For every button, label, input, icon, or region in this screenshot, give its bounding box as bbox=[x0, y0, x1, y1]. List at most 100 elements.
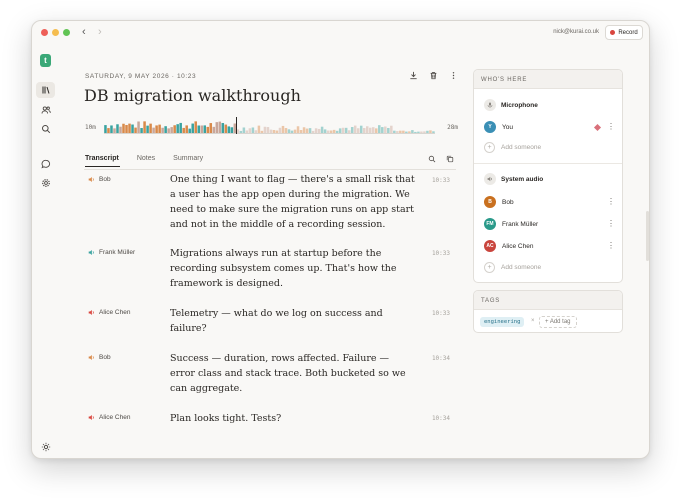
more-icon[interactable]: ⋮ bbox=[607, 198, 615, 206]
waveform-bar bbox=[203, 125, 207, 133]
speaker-icon bbox=[484, 173, 496, 185]
sidebar-item-search[interactable] bbox=[36, 121, 55, 137]
avatar: Y bbox=[484, 121, 496, 133]
timestamp[interactable]: 10:34 bbox=[432, 415, 450, 422]
waveform-bar bbox=[104, 125, 107, 133]
waveform-bar bbox=[197, 125, 200, 133]
section-divider bbox=[474, 163, 622, 164]
participant-alice-chen[interactable]: AC Alice Chen ⋮ bbox=[484, 239, 615, 253]
speaker-icon bbox=[88, 249, 95, 256]
waveform-bar bbox=[173, 125, 176, 133]
waveform-bar bbox=[149, 123, 152, 133]
record-label: Record bbox=[618, 29, 638, 36]
waveform-bar bbox=[137, 121, 140, 133]
waveform-bar bbox=[194, 121, 197, 133]
sidebar-item-chat[interactable] bbox=[36, 156, 55, 172]
waveform-bar bbox=[200, 125, 203, 133]
trash-icon bbox=[430, 71, 437, 80]
timestamp[interactable]: 10:33 bbox=[432, 177, 450, 184]
more-button[interactable] bbox=[449, 71, 458, 80]
utterance-text: Plan looks tight. Tests? bbox=[170, 413, 282, 424]
participant-name: Alice Chen bbox=[502, 242, 534, 250]
forward-button[interactable]: › bbox=[98, 26, 102, 38]
waveform-bar bbox=[116, 124, 119, 133]
waveform-bar bbox=[224, 124, 228, 133]
waveform-start-label: 10m bbox=[85, 124, 96, 131]
waveform-bar bbox=[143, 121, 146, 133]
zoom-window-button[interactable] bbox=[63, 29, 70, 36]
remove-tag-icon[interactable]: × bbox=[531, 318, 535, 324]
waveform-bar bbox=[257, 125, 261, 133]
delete-button[interactable] bbox=[429, 71, 438, 80]
speaker-name: Bob bbox=[99, 176, 111, 183]
utterance-text: Telemetry — what do we log on success an… bbox=[170, 308, 383, 334]
waveform-bar bbox=[390, 125, 393, 133]
system-audio-section-title: System audio bbox=[484, 173, 543, 185]
speaker-name: Alice Chen bbox=[99, 414, 131, 421]
note-actions bbox=[409, 71, 458, 80]
tabs-divider bbox=[84, 169, 456, 170]
waveform-bar bbox=[179, 122, 182, 133]
avatar: FM bbox=[484, 218, 496, 230]
transcript-search-button[interactable] bbox=[428, 155, 436, 163]
settings-icon bbox=[41, 179, 50, 187]
plus-icon: + bbox=[484, 262, 495, 273]
sidebar-item-theme[interactable] bbox=[36, 439, 55, 455]
waveform-bar bbox=[131, 124, 134, 133]
note-main: SATURDAY, 9 MAY 2026 · 10:23 DB migratio… bbox=[84, 45, 458, 458]
waveform-bar bbox=[155, 125, 158, 133]
add-tag-button[interactable]: + Add tag bbox=[539, 316, 577, 328]
more-icon[interactable]: ⋮ bbox=[607, 220, 615, 228]
sun-icon bbox=[41, 442, 50, 452]
avatar: AC bbox=[484, 240, 496, 252]
sidebar-item-library[interactable] bbox=[36, 82, 55, 98]
recording-indicator-icon bbox=[593, 123, 602, 131]
waveform-baseline bbox=[104, 133, 435, 134]
minimize-window-button[interactable] bbox=[52, 29, 59, 36]
copy-transcript-button[interactable] bbox=[446, 155, 454, 163]
tab-transcript[interactable]: Transcript bbox=[85, 155, 119, 162]
tab-summary[interactable]: Summary bbox=[173, 155, 203, 162]
participant-frank-muller[interactable]: FM Frank Müller ⋮ bbox=[484, 217, 615, 231]
sidebar-item-people[interactable] bbox=[36, 102, 55, 118]
timestamp[interactable]: 10:33 bbox=[432, 250, 450, 257]
record-button[interactable]: Record bbox=[605, 25, 643, 40]
download-button[interactable] bbox=[409, 71, 418, 80]
speaker-label: Alice Chen bbox=[88, 414, 130, 421]
waveform-bar bbox=[215, 122, 219, 133]
add-microphone-participant[interactable]: + Add someone bbox=[484, 142, 541, 153]
waveform-playhead[interactable] bbox=[236, 117, 238, 134]
timestamp[interactable]: 10:33 bbox=[432, 310, 450, 317]
more-icon[interactable]: ⋮ bbox=[607, 242, 615, 250]
waveform-bar bbox=[176, 124, 179, 133]
waveform-bar bbox=[378, 125, 381, 133]
waveform-bar bbox=[158, 124, 161, 133]
tag-engineering[interactable]: engineering bbox=[480, 317, 525, 327]
participant-name: You bbox=[502, 123, 513, 131]
more-icon[interactable]: ⋮ bbox=[607, 123, 615, 131]
microphone-icon bbox=[484, 99, 496, 111]
add-system-audio-participant[interactable]: + Add someone bbox=[484, 262, 541, 273]
tags-panel: TAGS engineering × + Add tag bbox=[473, 290, 623, 333]
speaker-name: Alice Chen bbox=[99, 309, 131, 316]
window-scrollbar[interactable] bbox=[646, 211, 649, 261]
waveform-bar bbox=[128, 123, 131, 133]
tab-notes[interactable]: Notes bbox=[137, 155, 155, 162]
waveform-bar bbox=[353, 125, 357, 133]
library-icon bbox=[42, 86, 49, 94]
whos-here-header: WHO'S HERE bbox=[474, 70, 622, 89]
back-button[interactable]: ‹ bbox=[82, 26, 86, 38]
audio-waveform[interactable] bbox=[104, 117, 435, 133]
utterance-text: Migrations always run at startup before … bbox=[170, 248, 397, 289]
participant-bob[interactable]: B Bob ⋮ bbox=[484, 195, 615, 209]
sidebar-item-settings[interactable] bbox=[36, 175, 55, 191]
timestamp[interactable]: 10:34 bbox=[432, 355, 450, 362]
participant-you[interactable]: Y You ⋮ bbox=[484, 120, 615, 134]
close-window-button[interactable] bbox=[41, 29, 48, 36]
avatar: B bbox=[484, 196, 496, 208]
speaker-icon bbox=[88, 354, 95, 361]
speaker-icon bbox=[88, 414, 95, 421]
waveform-bar bbox=[281, 125, 285, 133]
waveform-bar bbox=[218, 121, 222, 133]
people-icon bbox=[41, 106, 51, 114]
